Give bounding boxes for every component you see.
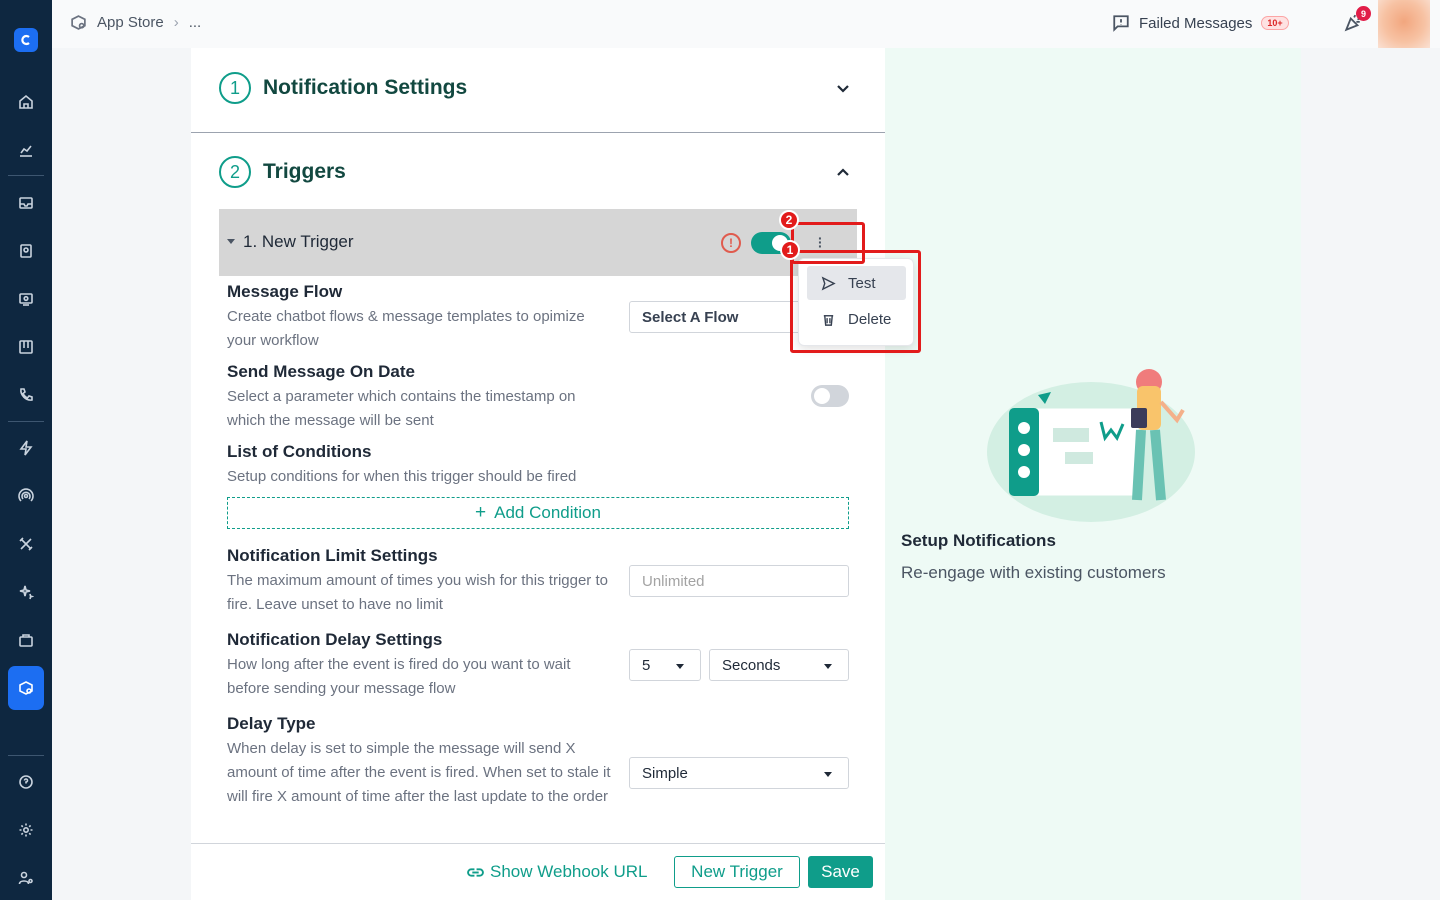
breadcrumb-more[interactable]: ...: [189, 14, 202, 31]
notification-count-badge: 9: [1356, 6, 1371, 21]
notifications-illustration: [987, 369, 1195, 522]
failed-messages-link[interactable]: Failed Messages 10+: [1112, 14, 1289, 32]
add-condition-button[interactable]: + Add Condition: [227, 497, 849, 529]
limit-placeholder: Unlimited: [642, 573, 705, 590]
send-on-date-toggle[interactable]: [811, 385, 849, 407]
info-panel-subtitle: Re-engage with existing customers: [901, 563, 1166, 582]
chevron-up-icon[interactable]: [835, 164, 851, 180]
sidebar-divider: [8, 421, 44, 422]
message-flow-desc: Create chatbot flows & message templates…: [227, 308, 585, 349]
annotation-badge: 1: [780, 240, 800, 260]
app-logo-icon[interactable]: [14, 28, 38, 52]
failed-messages-label: Failed Messages: [1139, 14, 1253, 32]
phone-icon[interactable]: [16, 385, 36, 405]
highlight-box-menu: [790, 250, 921, 353]
ai-sparkle-icon[interactable]: [16, 582, 36, 602]
tools-icon[interactable]: [16, 534, 36, 554]
delay-type-desc: When delay is set to simple the message …: [227, 740, 611, 805]
limit-input[interactable]: Unlimited: [629, 565, 849, 597]
step-number: 2: [219, 156, 251, 188]
send-on-date-title: Send Message On Date: [227, 362, 416, 381]
contacts-icon[interactable]: [16, 241, 36, 261]
conditions-title: List of Conditions: [227, 442, 372, 461]
webhook-label: Show Webhook URL: [490, 862, 648, 881]
delay-unit-select[interactable]: Seconds: [709, 649, 849, 681]
trigger-name: 1. New Trigger: [243, 232, 354, 251]
form-column: 1 Notification Settings 2 Triggers 1. Ne…: [191, 48, 885, 900]
add-condition-label: Add Condition: [494, 503, 601, 522]
signal-icon[interactable]: [16, 486, 36, 506]
delay-type-title: Delay Type: [227, 714, 316, 733]
notifications-button[interactable]: 9: [1344, 6, 1371, 34]
section-divider: [191, 132, 885, 133]
delay-amount-value: 5: [642, 657, 651, 674]
info-panel-title: Setup Notifications: [901, 531, 1056, 550]
delay-type-value: Simple: [642, 765, 688, 782]
send-on-date-desc: Select a parameter which contains the ti…: [227, 388, 576, 429]
caret-down-icon[interactable]: [227, 239, 235, 244]
user-avatar[interactable]: [1378, 0, 1430, 48]
step-number: 1: [219, 72, 251, 104]
delay-desc: How long after the event is fired do you…: [227, 656, 571, 697]
caret-down-icon: [676, 664, 684, 669]
caret-down-icon: [824, 664, 832, 669]
message-flow-title: Message Flow: [227, 282, 343, 301]
shop-icon[interactable]: [16, 630, 36, 650]
new-trigger-button[interactable]: New Trigger: [674, 856, 800, 888]
chevron-down-icon[interactable]: [835, 80, 851, 96]
inbox-icon[interactable]: [16, 193, 36, 213]
limit-desc: The maximum amount of times you wish for…: [227, 572, 608, 613]
plus-icon: +: [475, 502, 487, 523]
app-store-icon[interactable]: [8, 666, 44, 710]
save-button[interactable]: Save: [808, 856, 873, 888]
limit-title: Notification Limit Settings: [227, 546, 438, 565]
settings-gear-icon[interactable]: [16, 820, 36, 840]
sidebar: [0, 0, 52, 900]
form-footer: Show Webhook URL New Trigger Save: [191, 843, 885, 900]
sidebar-divider: [8, 755, 44, 756]
failed-messages-badge: 10+: [1261, 16, 1289, 30]
app-store-breadcrumb-icon: [71, 15, 86, 30]
link-icon: [467, 867, 484, 877]
show-webhook-url-button[interactable]: Show Webhook URL: [467, 862, 648, 882]
analytics-icon[interactable]: [16, 140, 36, 160]
trigger-header[interactable]: 1. New Trigger ! · · ·: [219, 209, 857, 276]
top-header: App Store › ... Failed Messages 10+ 9: [52, 0, 1440, 48]
message-flow-select-value: Select A Flow: [642, 309, 739, 326]
section-title: Notification Settings: [263, 76, 468, 99]
broadcast-icon[interactable]: [16, 289, 36, 309]
delay-amount-select[interactable]: 5: [629, 649, 701, 681]
caret-down-icon: [824, 772, 832, 777]
warning-icon: !: [721, 233, 741, 253]
help-icon[interactable]: [16, 772, 36, 792]
section-notification-settings[interactable]: 1 Notification Settings: [219, 72, 467, 104]
section-triggers[interactable]: 2 Triggers: [219, 156, 346, 188]
delay-title: Notification Delay Settings: [227, 630, 443, 649]
breadcrumb: App Store › ...: [70, 14, 201, 31]
user-settings-icon[interactable]: [16, 868, 36, 888]
breadcrumb-app-store[interactable]: App Store: [97, 14, 164, 31]
annotation-badge: 2: [779, 210, 799, 230]
message-alert-icon: [1113, 15, 1129, 32]
home-icon[interactable]: [16, 92, 36, 112]
conditions-desc: Setup conditions for when this trigger s…: [227, 468, 577, 485]
sidebar-divider: [8, 175, 44, 176]
automation-icon[interactable]: [16, 438, 36, 458]
delay-unit-value: Seconds: [722, 657, 781, 674]
templates-icon[interactable]: [16, 337, 36, 357]
chevron-right-icon: ›: [173, 14, 179, 31]
section-title: Triggers: [263, 160, 346, 183]
delay-type-select[interactable]: Simple: [629, 757, 849, 789]
